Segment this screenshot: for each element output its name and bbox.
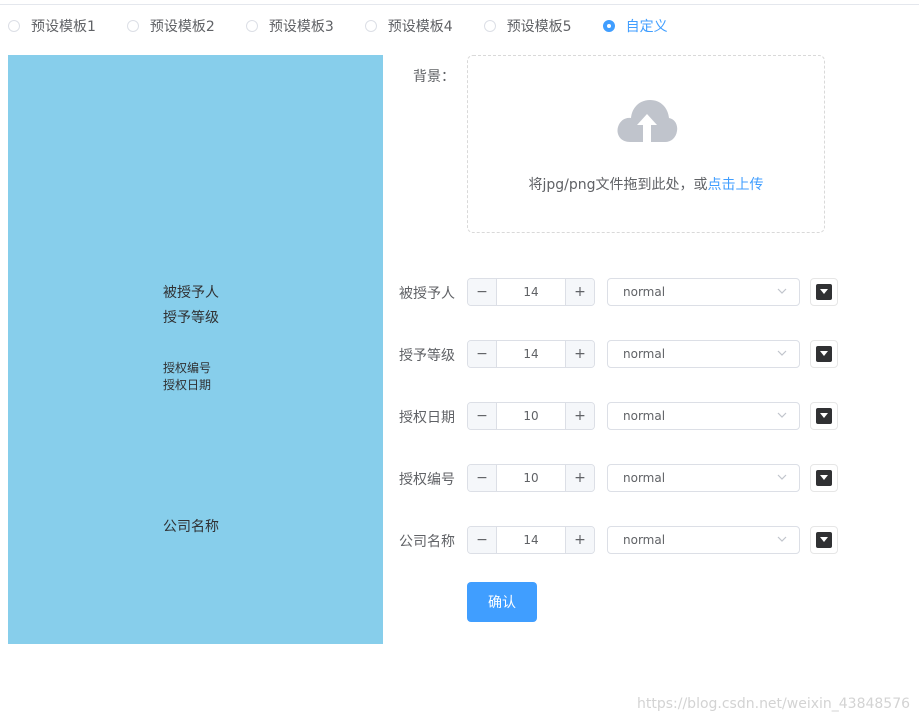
decrease-button[interactable]: − bbox=[468, 403, 497, 429]
radio-custom[interactable]: 自定义 bbox=[602, 16, 668, 36]
radio-label: 预设模板5 bbox=[506, 19, 572, 35]
color-picker[interactable] bbox=[810, 340, 838, 368]
certificate-preview: 被授予人 授予等级 授权编号 授权日期 公司名称 bbox=[8, 55, 383, 644]
preview-grant-level: 授予等级 bbox=[163, 310, 219, 326]
row-label: 授权日期 bbox=[399, 410, 455, 426]
increase-button[interactable]: + bbox=[565, 279, 594, 305]
color-swatch bbox=[816, 532, 832, 548]
radio-template-5[interactable]: 预设模板5 bbox=[483, 16, 572, 36]
form-row-company-name: 公司名称 − 14 + normal bbox=[399, 526, 839, 556]
chevron-down-icon bbox=[777, 536, 787, 542]
font-size-stepper: − 14 + bbox=[467, 526, 595, 554]
row-label: 授予等级 bbox=[399, 348, 455, 364]
form-row-auth-date: 授权日期 − 10 + normal bbox=[399, 402, 839, 432]
radio-template-4[interactable]: 预设模板4 bbox=[364, 16, 453, 36]
font-weight-select[interactable]: normal bbox=[607, 526, 800, 554]
chevron-down-icon bbox=[820, 537, 828, 542]
font-size-input[interactable]: 14 bbox=[497, 527, 565, 553]
radio-label: 自定义 bbox=[625, 19, 668, 35]
chevron-down-icon bbox=[820, 475, 828, 480]
font-size-input[interactable]: 14 bbox=[497, 341, 565, 367]
increase-button[interactable]: + bbox=[565, 465, 594, 491]
upload-hint: 将jpg/png文件拖到此处，或点击上传 bbox=[468, 174, 824, 194]
color-swatch bbox=[816, 284, 832, 300]
font-weight-select[interactable]: normal bbox=[607, 464, 800, 492]
color-picker[interactable] bbox=[810, 278, 838, 306]
decrease-button[interactable]: − bbox=[468, 279, 497, 305]
color-swatch bbox=[816, 408, 832, 424]
select-value: normal bbox=[623, 347, 666, 361]
radio-template-1[interactable]: 预设模板1 bbox=[8, 16, 96, 36]
color-swatch bbox=[816, 470, 832, 486]
select-value: normal bbox=[623, 471, 666, 485]
font-size-stepper: − 10 + bbox=[467, 402, 595, 430]
chevron-down-icon bbox=[777, 474, 787, 480]
chevron-down-icon bbox=[820, 351, 828, 356]
preview-auth-number: 授权编号 bbox=[163, 361, 212, 375]
radio-circle bbox=[483, 20, 496, 32]
color-swatch bbox=[816, 346, 832, 362]
font-size-stepper: − 10 + bbox=[467, 464, 595, 492]
radio-label: 预设模板3 bbox=[268, 19, 334, 35]
form-row-grant-level: 授予等级 − 14 + normal bbox=[399, 340, 839, 370]
row-label: 公司名称 bbox=[399, 534, 455, 550]
radio-circle bbox=[8, 20, 20, 32]
radio-label: 预设模板1 bbox=[31, 19, 96, 35]
chevron-down-icon bbox=[777, 350, 787, 356]
form-row-auth-number: 授权编号 − 10 + normal bbox=[399, 464, 839, 494]
top-divider bbox=[0, 4, 919, 5]
color-picker[interactable] bbox=[810, 402, 838, 430]
row-label: 被授予人 bbox=[399, 286, 455, 302]
template-radio-group: 预设模板1 预设模板2 预设模板3 预设模板4 预设模板5 自定义 bbox=[8, 16, 699, 36]
preview-grantee: 被授予人 bbox=[163, 285, 219, 301]
font-size-input[interactable]: 14 bbox=[497, 279, 565, 305]
increase-button[interactable]: + bbox=[565, 403, 594, 429]
chevron-down-icon bbox=[820, 413, 828, 418]
background-label: 背景： bbox=[413, 69, 455, 85]
color-picker[interactable] bbox=[810, 464, 838, 492]
radio-circle bbox=[245, 20, 258, 32]
chevron-down-icon bbox=[820, 289, 828, 294]
font-size-stepper: − 14 + bbox=[467, 278, 595, 306]
font-weight-select[interactable]: normal bbox=[607, 278, 800, 306]
font-weight-select[interactable]: normal bbox=[607, 402, 800, 430]
radio-label: 预设模板2 bbox=[149, 19, 215, 35]
chevron-down-icon bbox=[777, 288, 787, 294]
radio-circle bbox=[126, 20, 139, 32]
preview-auth-date: 授权日期 bbox=[163, 378, 212, 392]
radio-template-3[interactable]: 预设模板3 bbox=[245, 16, 334, 36]
increase-button[interactable]: + bbox=[565, 527, 594, 553]
font-size-stepper: − 14 + bbox=[467, 340, 595, 368]
radio-template-2[interactable]: 预设模板2 bbox=[126, 16, 215, 36]
upload-hint-text: 将jpg/png文件拖到此处，或 bbox=[528, 177, 708, 193]
select-value: normal bbox=[623, 533, 666, 547]
upload-link[interactable]: 点击上传 bbox=[708, 177, 764, 193]
color-picker[interactable] bbox=[810, 526, 838, 554]
decrease-button[interactable]: − bbox=[468, 527, 497, 553]
select-value: normal bbox=[623, 285, 666, 299]
form-row-grantee: 被授予人 − 14 + normal bbox=[399, 278, 839, 308]
row-label: 授权编号 bbox=[399, 472, 455, 488]
increase-button[interactable]: + bbox=[565, 341, 594, 367]
decrease-button[interactable]: − bbox=[468, 341, 497, 367]
select-value: normal bbox=[623, 409, 666, 423]
chevron-down-icon bbox=[777, 412, 787, 418]
confirm-button[interactable]: 确认 bbox=[467, 582, 537, 622]
background-upload-dropzone[interactable]: 将jpg/png文件拖到此处，或点击上传 bbox=[467, 55, 825, 233]
radio-circle-checked bbox=[602, 20, 615, 32]
decrease-button[interactable]: − bbox=[468, 465, 497, 491]
font-size-input[interactable]: 10 bbox=[497, 465, 565, 491]
radio-circle bbox=[364, 20, 377, 32]
font-size-input[interactable]: 10 bbox=[497, 403, 565, 429]
font-weight-select[interactable]: normal bbox=[607, 340, 800, 368]
preview-company-name: 公司名称 bbox=[163, 519, 219, 535]
radio-label: 预设模板4 bbox=[387, 19, 453, 35]
watermark: https://blog.csdn.net/weixin_43848576 bbox=[637, 696, 911, 712]
upload-cloud-icon bbox=[617, 100, 678, 142]
